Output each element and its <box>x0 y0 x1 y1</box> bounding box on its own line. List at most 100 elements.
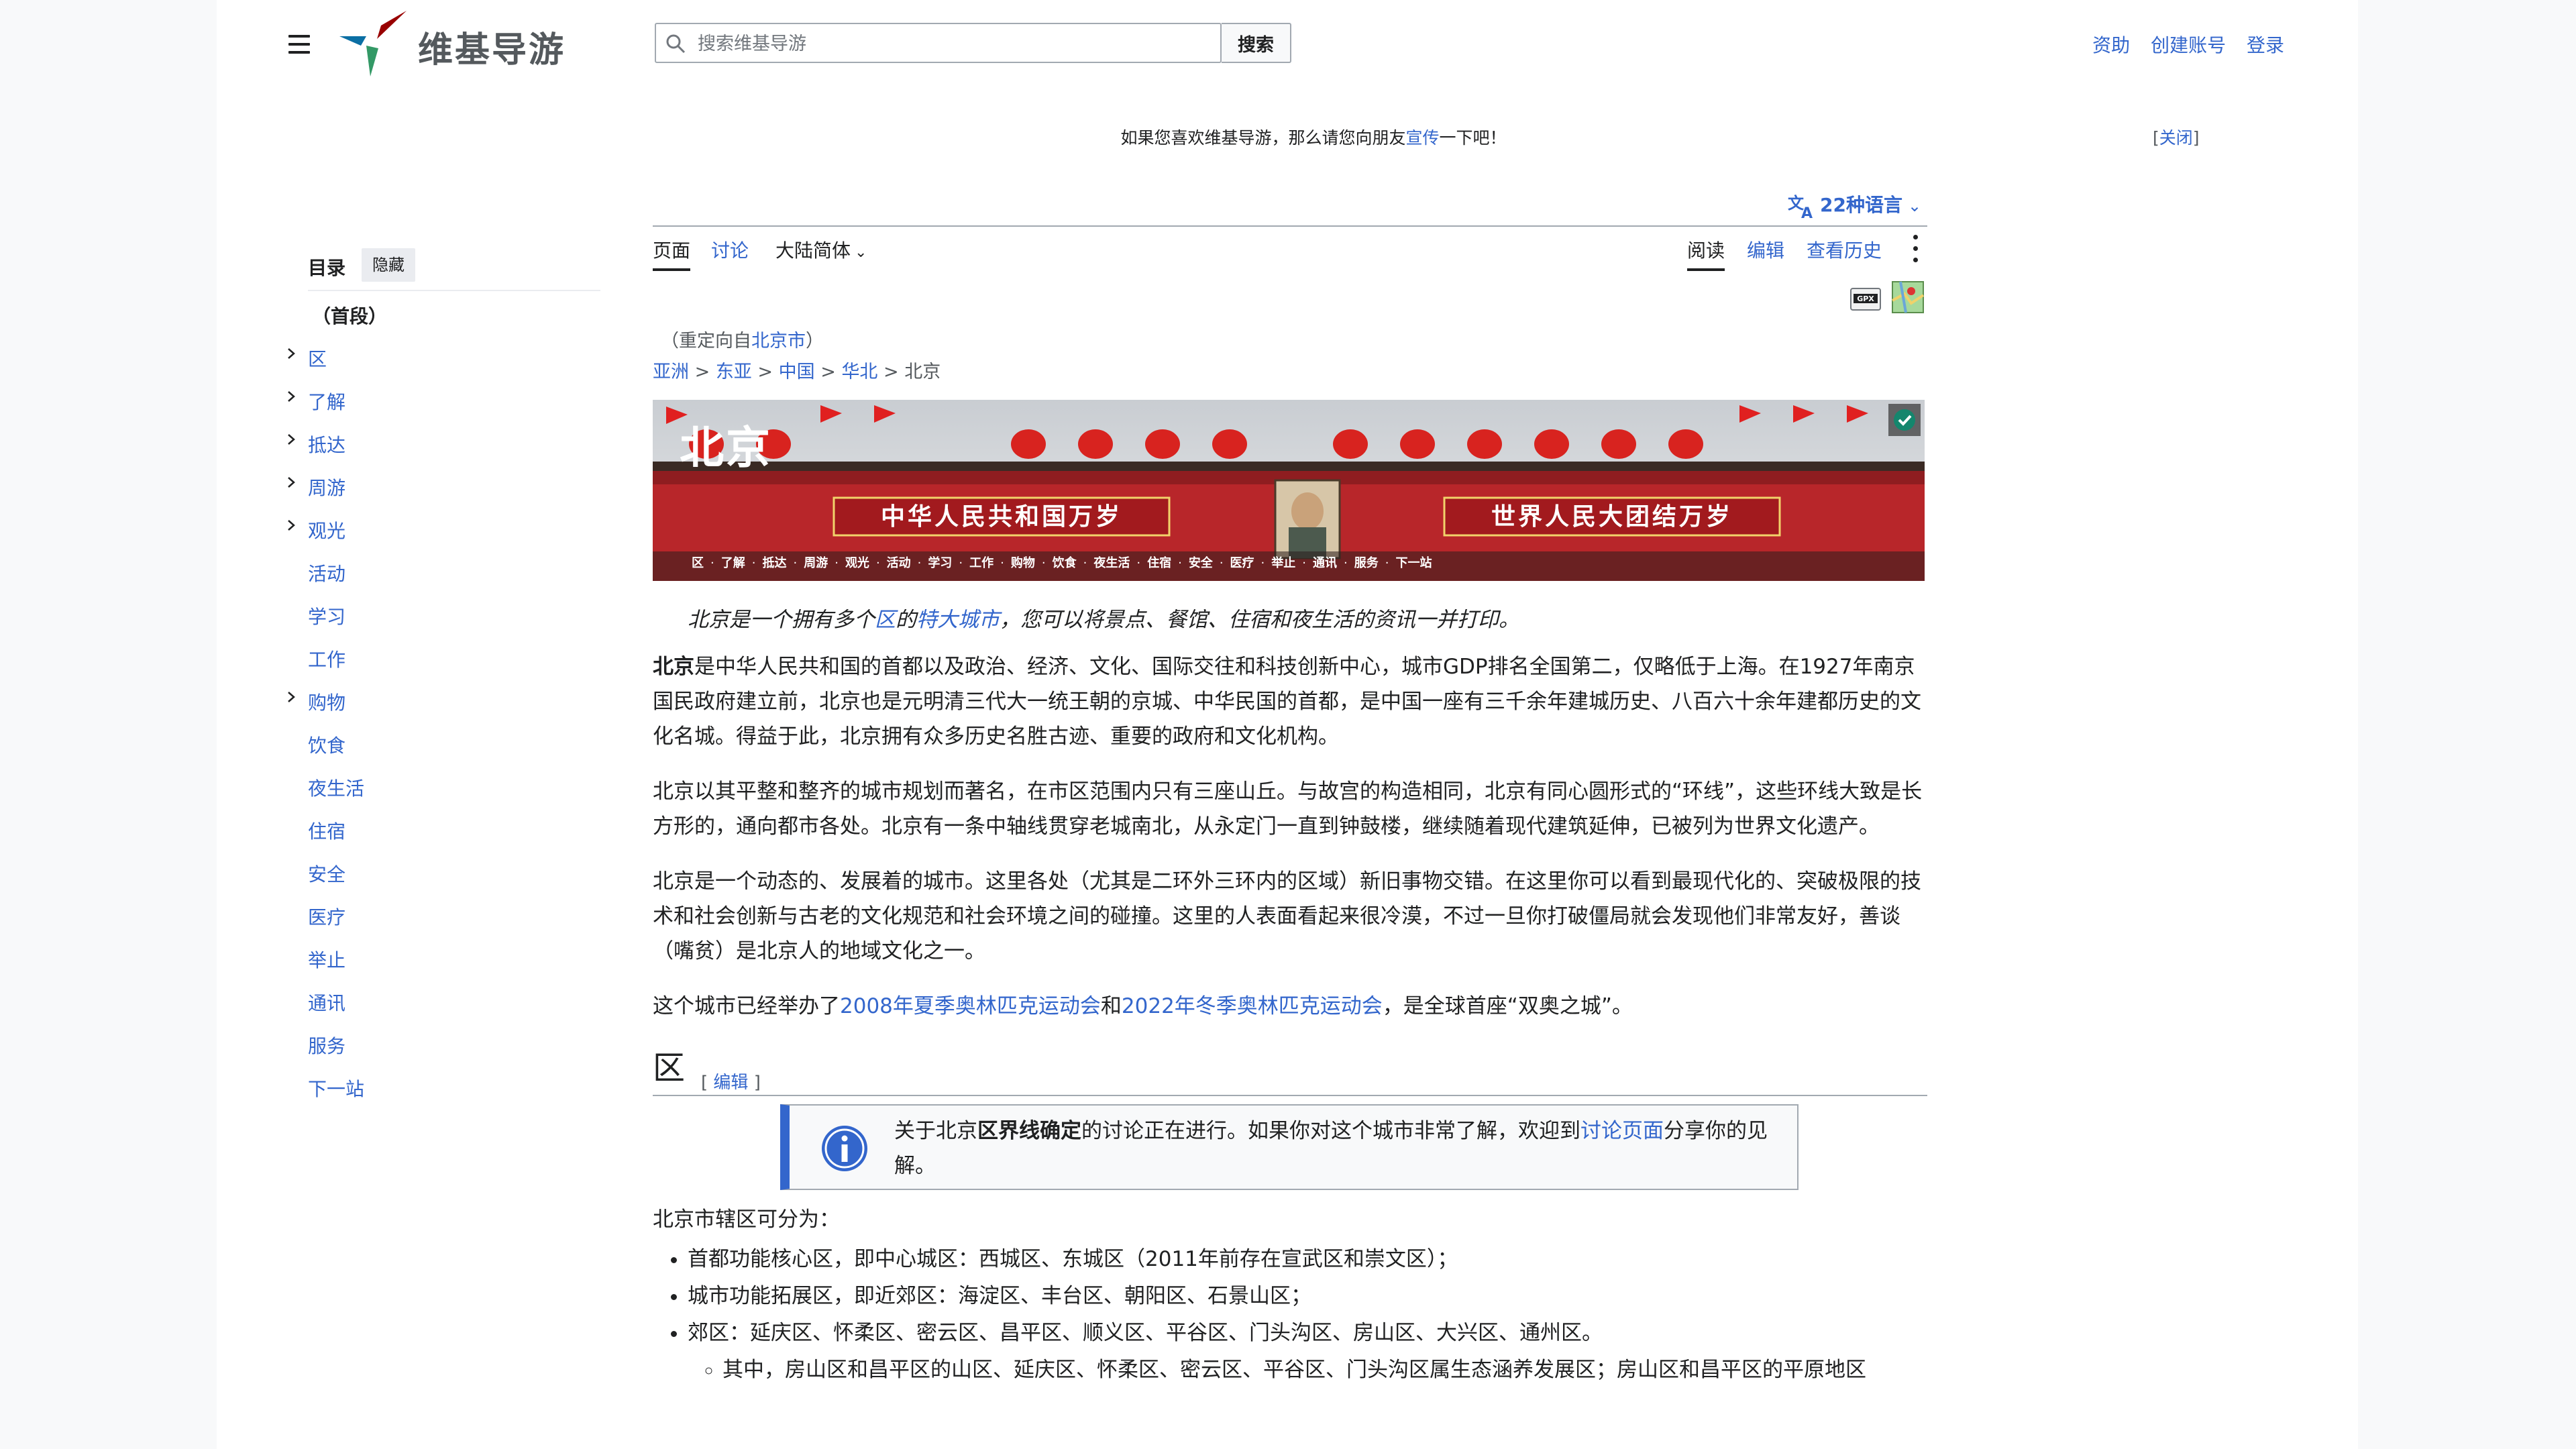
banner-nav-dot: · <box>835 556 839 570</box>
toc-link[interactable]: 区 <box>308 348 327 370</box>
toc-link[interactable]: 医疗 <box>308 906 345 928</box>
olympics-2022-link[interactable]: 2022年冬季奥林匹克运动会 <box>1122 994 1383 1018</box>
toc-item[interactable]: 医疗 <box>308 903 387 946</box>
toc-item[interactable]: 学习 <box>308 602 387 645</box>
section-title: 区 <box>653 1049 686 1087</box>
breadcrumb-east-asia[interactable]: 东亚 <box>716 362 752 382</box>
toc-item[interactable]: 通讯 <box>308 989 387 1032</box>
banner-nav-item[interactable]: 工作 <box>969 546 994 581</box>
toc-link[interactable]: 了解 <box>308 391 345 413</box>
more-menu-icon[interactable] <box>1909 232 1922 266</box>
toc-link[interactable]: 举止 <box>308 949 345 971</box>
toc-item-top[interactable]: （首段） <box>308 302 387 345</box>
toc-item[interactable]: 夜生活 <box>308 774 387 817</box>
banner-nav-item[interactable]: 购物 <box>1011 546 1035 581</box>
tab-history[interactable]: 查看历史 <box>1807 236 1882 263</box>
site-wordmark[interactable]: 维基导游 <box>418 21 566 72</box>
star-article-icon[interactable] <box>1888 404 1921 436</box>
search-button[interactable]: 搜索 <box>1222 23 1291 63</box>
toc-link[interactable]: 夜生活 <box>308 777 364 800</box>
toc-item[interactable]: 观光 <box>288 517 387 559</box>
toc-item[interactable]: 安全 <box>308 860 387 903</box>
login-link[interactable]: 登录 <box>2247 34 2284 56</box>
redirect-link[interactable]: 北京市 <box>751 331 806 352</box>
gpx-download-icon[interactable]: GPX <box>1849 286 1882 313</box>
toc-link[interactable]: 住宿 <box>308 820 345 843</box>
create-account-link[interactable]: 创建账号 <box>2151 34 2226 56</box>
discussion-page-link[interactable]: 讨论页面 <box>1580 1119 1664 1143</box>
notice-link[interactable]: 宣传 <box>1405 128 1439 148</box>
toc-item[interactable]: 举止 <box>308 946 387 989</box>
chevron-right-icon[interactable] <box>284 346 299 361</box>
banner-nav-item[interactable]: 举止 <box>1271 546 1295 581</box>
toc-header: 目录 隐藏 <box>308 248 600 291</box>
search-input[interactable] <box>696 24 1216 63</box>
banner-nav-item[interactable]: 通讯 <box>1313 546 1337 581</box>
chevron-right-icon[interactable] <box>284 432 299 447</box>
banner-nav-item[interactable]: 活动 <box>887 546 911 581</box>
intro-link-district[interactable]: 区 <box>875 608 896 632</box>
tab-page[interactable]: 页面 <box>653 236 691 271</box>
banner-nav-item[interactable]: 服务 <box>1354 546 1379 581</box>
banner-nav-item[interactable]: 医疗 <box>1230 546 1254 581</box>
variant-label: 大陆简体 <box>775 239 851 262</box>
banner-nav-item[interactable]: 学习 <box>928 546 952 581</box>
notice-close-button[interactable]: [关闭] <box>2153 125 2200 149</box>
toc-link[interactable]: 周游 <box>308 477 345 499</box>
breadcrumb-china[interactable]: 中国 <box>779 362 815 382</box>
toc-item[interactable]: 下一站 <box>308 1075 387 1118</box>
toc-link[interactable]: 活动 <box>308 563 345 585</box>
banner-nav-item[interactable]: 夜生活 <box>1093 546 1130 581</box>
chevron-right-icon[interactable] <box>284 690 299 704</box>
tab-edit[interactable]: 编辑 <box>1747 236 1784 263</box>
olympics-2008-link[interactable]: 2008年夏季奥林匹克运动会 <box>840 994 1101 1018</box>
banner-nav-item[interactable]: 观光 <box>845 546 869 581</box>
toc-item[interactable]: 饮食 <box>308 731 387 774</box>
toc-item[interactable]: 服务 <box>308 1032 387 1075</box>
toc-link[interactable]: 通讯 <box>308 992 345 1014</box>
banner-nav-item[interactable]: 下一站 <box>1395 546 1432 581</box>
chevron-right-icon[interactable] <box>284 518 299 533</box>
chevron-right-icon[interactable] <box>284 389 299 404</box>
banner-nav-item[interactable]: 抵达 <box>762 546 786 581</box>
toc-item[interactable]: 区 <box>288 345 387 388</box>
toc-link[interactable]: 学习 <box>308 606 345 628</box>
toc-link[interactable]: 饮食 <box>308 735 345 757</box>
intro-link-megacity[interactable]: 特大城市 <box>916 608 1000 632</box>
main-menu-icon[interactable] <box>286 32 313 56</box>
toc-link[interactable]: 服务 <box>308 1035 345 1057</box>
wikivoyage-logo[interactable] <box>339 11 407 78</box>
toc-link[interactable]: 观光 <box>308 520 345 542</box>
paragraph-text: 这个城市已经举办了 <box>653 994 840 1018</box>
donate-link[interactable]: 资助 <box>2092 34 2130 56</box>
map-icon[interactable] <box>1891 280 1925 314</box>
banner-nav-item[interactable]: 周游 <box>804 546 828 581</box>
toc-link[interactable]: 安全 <box>308 863 345 885</box>
toc-item[interactable]: 周游 <box>288 474 387 517</box>
banner-nav-item[interactable]: 饮食 <box>1053 546 1077 581</box>
toc-hide-button[interactable]: 隐藏 <box>362 248 415 282</box>
toc-item[interactable]: 住宿 <box>308 817 387 860</box>
toc-link[interactable]: 工作 <box>308 649 345 671</box>
language-button[interactable]: 文 A 22种语言 ⌄ <box>1786 191 1921 219</box>
chevron-right-icon[interactable] <box>284 475 299 490</box>
banner-nav-item[interactable]: 住宿 <box>1147 546 1171 581</box>
toc-link[interactable]: 下一站 <box>308 1078 364 1100</box>
tab-discussion[interactable]: 讨论 <box>711 236 749 263</box>
banner-nav-item[interactable]: 了解 <box>721 546 745 581</box>
toc-item[interactable]: 了解 <box>288 388 387 431</box>
toc-item[interactable]: 工作 <box>308 645 387 688</box>
toc-item[interactable]: 购物 <box>288 688 387 731</box>
toc-link[interactable]: 抵达 <box>308 434 345 456</box>
variant-dropdown[interactable]: 大陆简体 ⌄ <box>775 236 867 263</box>
notice-close-link[interactable]: 关闭 <box>2159 128 2193 148</box>
breadcrumb-asia[interactable]: 亚洲 <box>653 362 689 382</box>
tab-read[interactable]: 阅读 <box>1687 236 1725 271</box>
section-edit-link[interactable]: 编辑 <box>713 1073 748 1093</box>
toc-link[interactable]: 购物 <box>308 692 345 714</box>
banner-nav-item[interactable]: 区 <box>692 546 704 581</box>
toc-item[interactable]: 活动 <box>308 559 387 602</box>
toc-item[interactable]: 抵达 <box>288 431 387 474</box>
breadcrumb-north-china[interactable]: 华北 <box>841 362 877 382</box>
banner-nav-item[interactable]: 安全 <box>1189 546 1213 581</box>
